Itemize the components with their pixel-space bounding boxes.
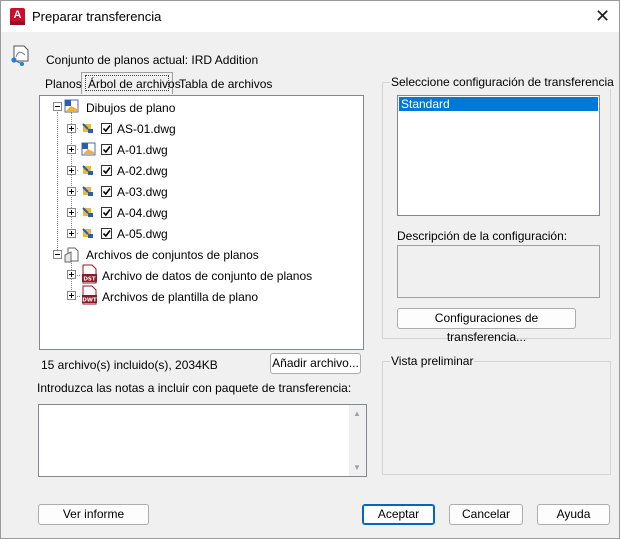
tree-item-dst[interactable]: Archivo de datos de conjunto de planos xyxy=(102,269,312,283)
checkbox-a02[interactable] xyxy=(101,165,112,176)
current-sheet-set-label: Conjunto de planos actual: IRD Addition xyxy=(46,53,259,67)
tree-item-file[interactable]: A-01.dwg xyxy=(117,143,168,157)
tree-item-file[interactable]: AS-01.dwg xyxy=(117,122,176,136)
window-title: Preparar transferencia xyxy=(32,9,162,24)
notes-scrollbar[interactable]: ▲ ▼ xyxy=(349,405,366,476)
close-icon[interactable]: ✕ xyxy=(595,7,610,25)
config-description-box xyxy=(397,245,600,298)
tree-item-file[interactable]: A-04.dwg xyxy=(117,206,168,220)
notes-textarea[interactable]: ▲ ▼ xyxy=(38,404,367,477)
expand-a03-toggle[interactable] xyxy=(67,187,76,196)
tree-item-file[interactable]: A-03.dwg xyxy=(117,185,168,199)
collapse-sheetset-files-toggle[interactable] xyxy=(53,250,62,259)
dst-file-icon: DST xyxy=(82,264,97,284)
expand-a02-toggle[interactable] xyxy=(67,166,76,175)
help-button[interactable]: Ayuda xyxy=(537,504,610,525)
preview-group xyxy=(382,361,611,475)
accept-button[interactable]: Aceptar xyxy=(362,504,435,525)
cancel-label: Cancelar xyxy=(461,507,511,521)
dst-badge-text: DST xyxy=(83,277,96,283)
preview-group-label: Vista preliminar xyxy=(390,354,475,368)
config-description-label: Descripción de la configuración: xyxy=(397,229,568,243)
dialog-window: A Preparar transferencia ✕ Conjunto de p… xyxy=(0,0,620,539)
file-tree[interactable]: Dibujos de plano AS-01.dwg A-01.dwg A-02… xyxy=(39,95,364,350)
expand-dst-toggle[interactable] xyxy=(67,270,76,279)
dwt-file-icon: DWT xyxy=(82,285,97,305)
help-label: Ayuda xyxy=(556,507,591,521)
notes-label: Introduzca las notas a incluir con paque… xyxy=(37,381,352,395)
sheet-file-icon xyxy=(81,142,96,156)
tree-item-sheetset-group[interactable]: Archivos de conjuntos de planos xyxy=(86,248,259,262)
checkbox-a03[interactable] xyxy=(101,186,112,197)
transfer-configurations-label: Configuraciones de transferencia... xyxy=(434,311,539,344)
transfer-config-group-label: Seleccione configuración de transferenci… xyxy=(390,75,615,89)
sheet-drawings-folder-icon xyxy=(64,99,79,113)
dwg-file-icon xyxy=(82,207,93,217)
tab-tabla-de-archivos[interactable]: Tabla de archivos xyxy=(179,77,272,91)
checkbox-a05[interactable] xyxy=(101,228,112,239)
accept-label: Aceptar xyxy=(377,507,420,521)
add-file-button-label: Añadir archivo... xyxy=(272,356,359,370)
tree-item-file[interactable]: A-05.dwg xyxy=(117,227,168,241)
scroll-up-icon[interactable]: ▲ xyxy=(353,409,361,418)
files-included-status: 15 archivo(s) incluido(s), 2034KB xyxy=(41,358,218,372)
view-report-label: Ver informe xyxy=(62,507,125,521)
dwg-file-icon xyxy=(82,228,93,238)
expand-a04-toggle[interactable] xyxy=(67,208,76,217)
sheet-set-transfer-icon xyxy=(11,45,29,66)
expand-a05-toggle[interactable] xyxy=(67,229,76,238)
expand-dwt-toggle[interactable] xyxy=(67,291,76,300)
dwt-badge-text: DWT xyxy=(82,298,97,304)
tab-planos[interactable]: Planos xyxy=(45,77,82,91)
sheet-set-files-icon xyxy=(64,247,79,263)
dwg-file-icon xyxy=(82,165,93,175)
dwg-file-icon xyxy=(82,123,93,133)
view-report-button[interactable]: Ver informe xyxy=(38,504,149,525)
tree-item-dwt[interactable]: Archivos de plantilla de plano xyxy=(102,290,258,304)
dwg-file-icon xyxy=(82,186,93,196)
tab-arbol-de-archivos[interactable]: Árbol de archivos xyxy=(88,77,181,91)
expand-as01-toggle[interactable] xyxy=(67,124,76,133)
transfer-config-list[interactable]: Standard xyxy=(397,95,600,216)
transfer-configurations-button[interactable]: Configuraciones de transferencia... xyxy=(397,308,576,344)
checkbox-a01[interactable] xyxy=(101,144,112,155)
checkbox-a04[interactable] xyxy=(101,207,112,218)
expand-a01-toggle[interactable] xyxy=(67,145,76,154)
add-file-button[interactable]: Añadir archivo... xyxy=(270,353,361,374)
cancel-button[interactable]: Cancelar xyxy=(449,504,523,525)
autocad-app-icon: A xyxy=(10,8,25,25)
tree-item-file[interactable]: A-02.dwg xyxy=(117,164,168,178)
title-bar: A Preparar transferencia ✕ xyxy=(1,1,619,32)
tree-item-drawings-group[interactable]: Dibujos de plano xyxy=(86,101,175,115)
scroll-down-icon[interactable]: ▼ xyxy=(353,463,361,472)
checkbox-as01[interactable] xyxy=(101,123,112,134)
collapse-drawings-toggle[interactable] xyxy=(53,102,62,111)
config-item-standard[interactable]: Standard xyxy=(399,97,598,111)
